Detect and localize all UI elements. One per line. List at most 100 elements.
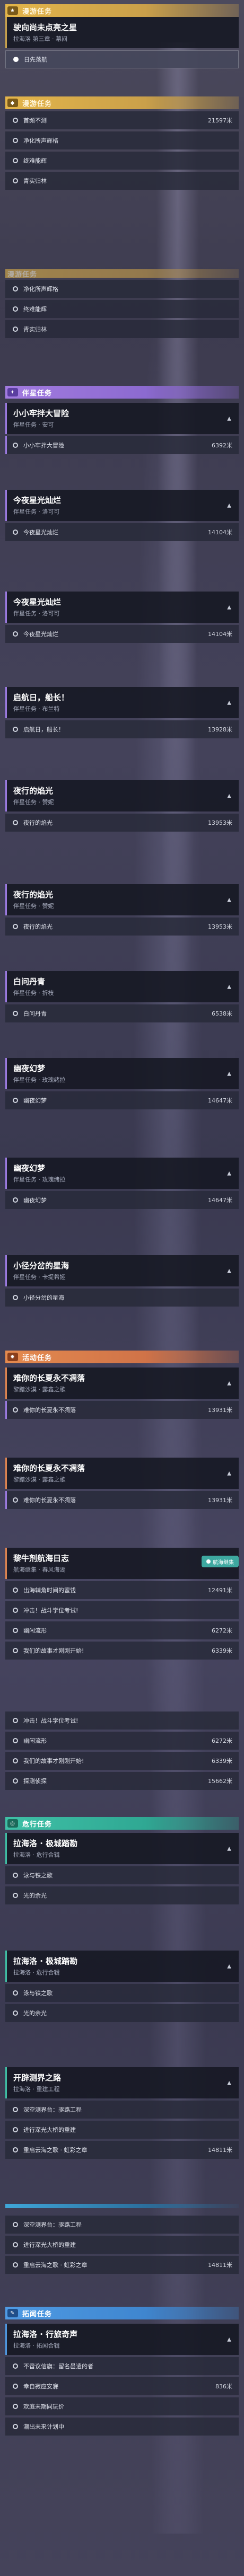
- objective-radio-icon: [13, 1295, 18, 1300]
- companion-quest-group: 幽夜幻梦 伴星任务 · 玫瑰绪拉 ▲ 幽夜幻梦 14647米: [5, 1158, 239, 1209]
- chevron-up-icon[interactable]: ▲: [227, 1380, 231, 1386]
- objective-row[interactable]: 我们的故事才刚刚开始! 6339米: [5, 1752, 239, 1770]
- chevron-up-icon[interactable]: ▲: [227, 793, 231, 799]
- objective-row[interactable]: 进行深光大桥的重建: [5, 2236, 239, 2254]
- objective-row[interactable]: 光的余光: [5, 2004, 239, 2022]
- objective-row[interactable]: 冲击！战斗学位考试!: [5, 1601, 239, 1619]
- chevron-up-icon[interactable]: ▲: [227, 502, 231, 508]
- objective-label: 进行深光大桥的重建: [23, 2127, 76, 2133]
- objective-row[interactable]: 幽夜幻梦 14647米: [5, 1091, 239, 1109]
- companion-quest-group: 小径分岔的星海 伴星任务 · 卡提希娅 ▲ 小径分岔的星海: [5, 1255, 239, 1307]
- map-pin-badge[interactable]: 航海继集: [202, 1556, 239, 1567]
- chevron-up-icon[interactable]: ▲: [227, 2336, 231, 2342]
- chevron-up-icon[interactable]: ▲: [227, 1170, 231, 1176]
- objective-row[interactable]: 进行深光大桥的重建: [5, 2121, 239, 2139]
- objective-distance: 15662米: [208, 1778, 232, 1785]
- quest-title: 难你的长夏永不凋落: [13, 1373, 85, 1383]
- objective-distance: 21597米: [208, 117, 232, 124]
- objective-row[interactable]: 白问丹青 6538米: [5, 1004, 239, 1022]
- objective-row[interactable]: 青实归林: [5, 172, 239, 190]
- objective-row[interactable]: 光的余光: [5, 1886, 239, 1904]
- objective-row[interactable]: 幸自寂应安寐 836米: [5, 2377, 239, 2395]
- objective-label: 幽夜幻梦: [23, 1197, 47, 1204]
- objective-row[interactable]: 小径分岔的星海: [5, 1289, 239, 1307]
- objective-radio-icon: [13, 727, 18, 732]
- map-pin-label: 航海继集: [213, 1559, 234, 1566]
- chevron-up-icon[interactable]: ▲: [227, 897, 231, 903]
- objective-row[interactable]: 首频不测 21597米: [5, 111, 239, 129]
- quest-card[interactable]: 难你的长夏永不凋落 黎黯沙漠 · 露鑫之歌 ▲: [5, 1368, 239, 1399]
- objective-row[interactable]: 幽闲流形 6272米: [5, 1621, 239, 1639]
- objective-row[interactable]: 欢庭未期同玩价: [5, 2397, 239, 2415]
- objective-label: 光的余光: [23, 1892, 47, 1899]
- quest-subtitle: 拉海洛 · 危行合辑: [13, 1969, 60, 1976]
- objective-row[interactable]: 青实归林: [5, 320, 239, 338]
- section-title: 危行任务: [22, 1820, 53, 1829]
- objective-distance: 6538米: [212, 1010, 232, 1017]
- section-header: ✦ 伴星任务: [5, 386, 239, 399]
- quest-card[interactable]: 白问丹青 伴星任务 · 折枝 ▲: [5, 971, 239, 1002]
- objective-label: 冲击！战斗学位考试!: [23, 1717, 79, 1724]
- quest-title: 难你的长夏永不凋落: [13, 1463, 85, 1473]
- section-header: ◆ 漫游任务: [5, 96, 239, 109]
- quest-card[interactable]: 难你的长夏永不凋落 黎黯沙漠 · 露鑫之歌 ▲: [5, 1458, 239, 1489]
- objective-row[interactable]: 深空测界台：驱路工程: [5, 2216, 239, 2234]
- objective-label: 光的余光: [23, 2010, 47, 2017]
- quest-card[interactable]: 幽夜幻梦 伴星任务 · 玫瑰绪拉 ▲: [5, 1158, 239, 1189]
- quest-card[interactable]: 小径分岔的星海 伴星任务 · 卡提希娅 ▲: [5, 1255, 239, 1286]
- objective-label: 幽夜幻梦: [23, 1097, 47, 1104]
- quest-card[interactable]: 小小牢拌大冒险 伴星任务 · 安可 ▲: [5, 403, 239, 434]
- quest-card[interactable]: 今夜星光灿烂 伴星任务 · 洛可可 ▲: [5, 592, 239, 623]
- section-icon: ◆: [7, 99, 18, 107]
- objective-row[interactable]: 净化所声辉格: [5, 131, 239, 149]
- quest-card[interactable]: 夜行的焰光 伴星任务 · 赞妮 ▲: [5, 884, 239, 915]
- quest-card[interactable]: 夜行的焰光 伴星任务 · 赞妮 ▲: [5, 780, 239, 811]
- quest-card[interactable]: 幽夜幻梦 伴星任务 · 玫瑰绪拉 ▲: [5, 1058, 239, 1089]
- chevron-up-icon[interactable]: ▲: [227, 700, 231, 705]
- quest-card[interactable]: 开辟测界之路 拉海洛 · 重建工程 ▲: [5, 2067, 239, 2098]
- objective-row[interactable]: 我们的故事才刚刚开始! 6339米: [5, 1642, 239, 1660]
- objective-row[interactable]: 夜行的焰光 13953米: [5, 814, 239, 832]
- chevron-up-icon[interactable]: ▲: [227, 1963, 231, 1969]
- quest-card[interactable]: 拉海洛 · 行旅奇声 拉海洛 · 拓闻合辑 ▲: [5, 2324, 239, 2355]
- objective-row[interactable]: 夜行的焰光 13953米: [5, 918, 239, 936]
- quest-card[interactable]: 驶向尚未点亮之星 拉海洛 第三章 · 幕间: [5, 17, 239, 48]
- objective-row[interactable]: 今夜星光灿烂 14104米: [5, 625, 239, 643]
- objective-row[interactable]: 幽夜幻梦 14647米: [5, 1191, 239, 1209]
- quest-card[interactable]: 拉海洛 · 极城踏勘 拉海洛 · 危行合辑 ▲: [5, 1951, 239, 1982]
- objective-row[interactable]: 今夜星光灿烂 14104米: [5, 523, 239, 541]
- objective-row[interactable]: 不啻议信旗：留名邑遣的者: [5, 2357, 239, 2375]
- chevron-up-icon[interactable]: ▲: [227, 1268, 231, 1274]
- objective-label: 终难能辉: [23, 157, 47, 164]
- objective-row[interactable]: 重启云海之歌 · 虹彩之章 14811米: [5, 2256, 239, 2274]
- objective-row[interactable]: 启航日，船长！ 13928米: [5, 720, 239, 738]
- objective-row[interactable]: 幽闲流形 6272米: [5, 1732, 239, 1750]
- objective-row[interactable]: 小小牢拌大冒险 6392米: [5, 436, 239, 454]
- objective-row[interactable]: 深空测界台：驱路工程: [5, 2101, 239, 2119]
- objective-row[interactable]: 难你的长夏永不凋落 13931米: [5, 1491, 239, 1509]
- objective-row[interactable]: 重启云海之歌 · 虹彩之章 14811米: [5, 2141, 239, 2159]
- chevron-up-icon[interactable]: ▲: [227, 604, 231, 610]
- chevron-up-icon[interactable]: ▲: [227, 1071, 231, 1077]
- objective-radio-icon: [13, 631, 18, 637]
- objective-row[interactable]: 日先落航: [5, 50, 239, 68]
- chevron-up-icon[interactable]: ▲: [227, 1846, 231, 1851]
- chevron-up-icon[interactable]: ▲: [227, 984, 231, 990]
- objective-row[interactable]: 终难能辉: [5, 152, 239, 170]
- objective-row[interactable]: 出海辅角时间的蜜饯 12491米: [5, 1581, 239, 1599]
- objective-row[interactable]: 探测侦探 15662米: [5, 1772, 239, 1790]
- chevron-up-icon[interactable]: ▲: [227, 416, 231, 421]
- quest-card[interactable]: 今夜星光灿烂 伴星任务 · 洛可可 ▲: [5, 490, 239, 521]
- objective-row[interactable]: 难你的长夏永不凋落 13931米: [5, 1401, 239, 1419]
- objective-row[interactable]: 净化所声辉格: [5, 280, 239, 298]
- objective-distance: 13931米: [208, 1407, 232, 1414]
- objective-row[interactable]: 潮出未来计划中: [5, 2418, 239, 2436]
- objective-row[interactable]: 泳与铁之歌: [5, 1984, 239, 2002]
- objective-row[interactable]: 终难能辉: [5, 300, 239, 318]
- chevron-up-icon[interactable]: ▲: [227, 1470, 231, 1476]
- objective-row[interactable]: 冲击！战斗学位考试!: [5, 1712, 239, 1730]
- quest-card[interactable]: 启航日，船长！ 伴星任务 · 布兰特 ▲: [5, 687, 239, 718]
- quest-card[interactable]: 拉海洛 · 极城踏勘 拉海洛 · 危行合辑 ▲: [5, 1833, 239, 1864]
- objective-row[interactable]: 泳与铁之歌: [5, 1866, 239, 1884]
- chevron-up-icon[interactable]: ▲: [227, 2080, 231, 2086]
